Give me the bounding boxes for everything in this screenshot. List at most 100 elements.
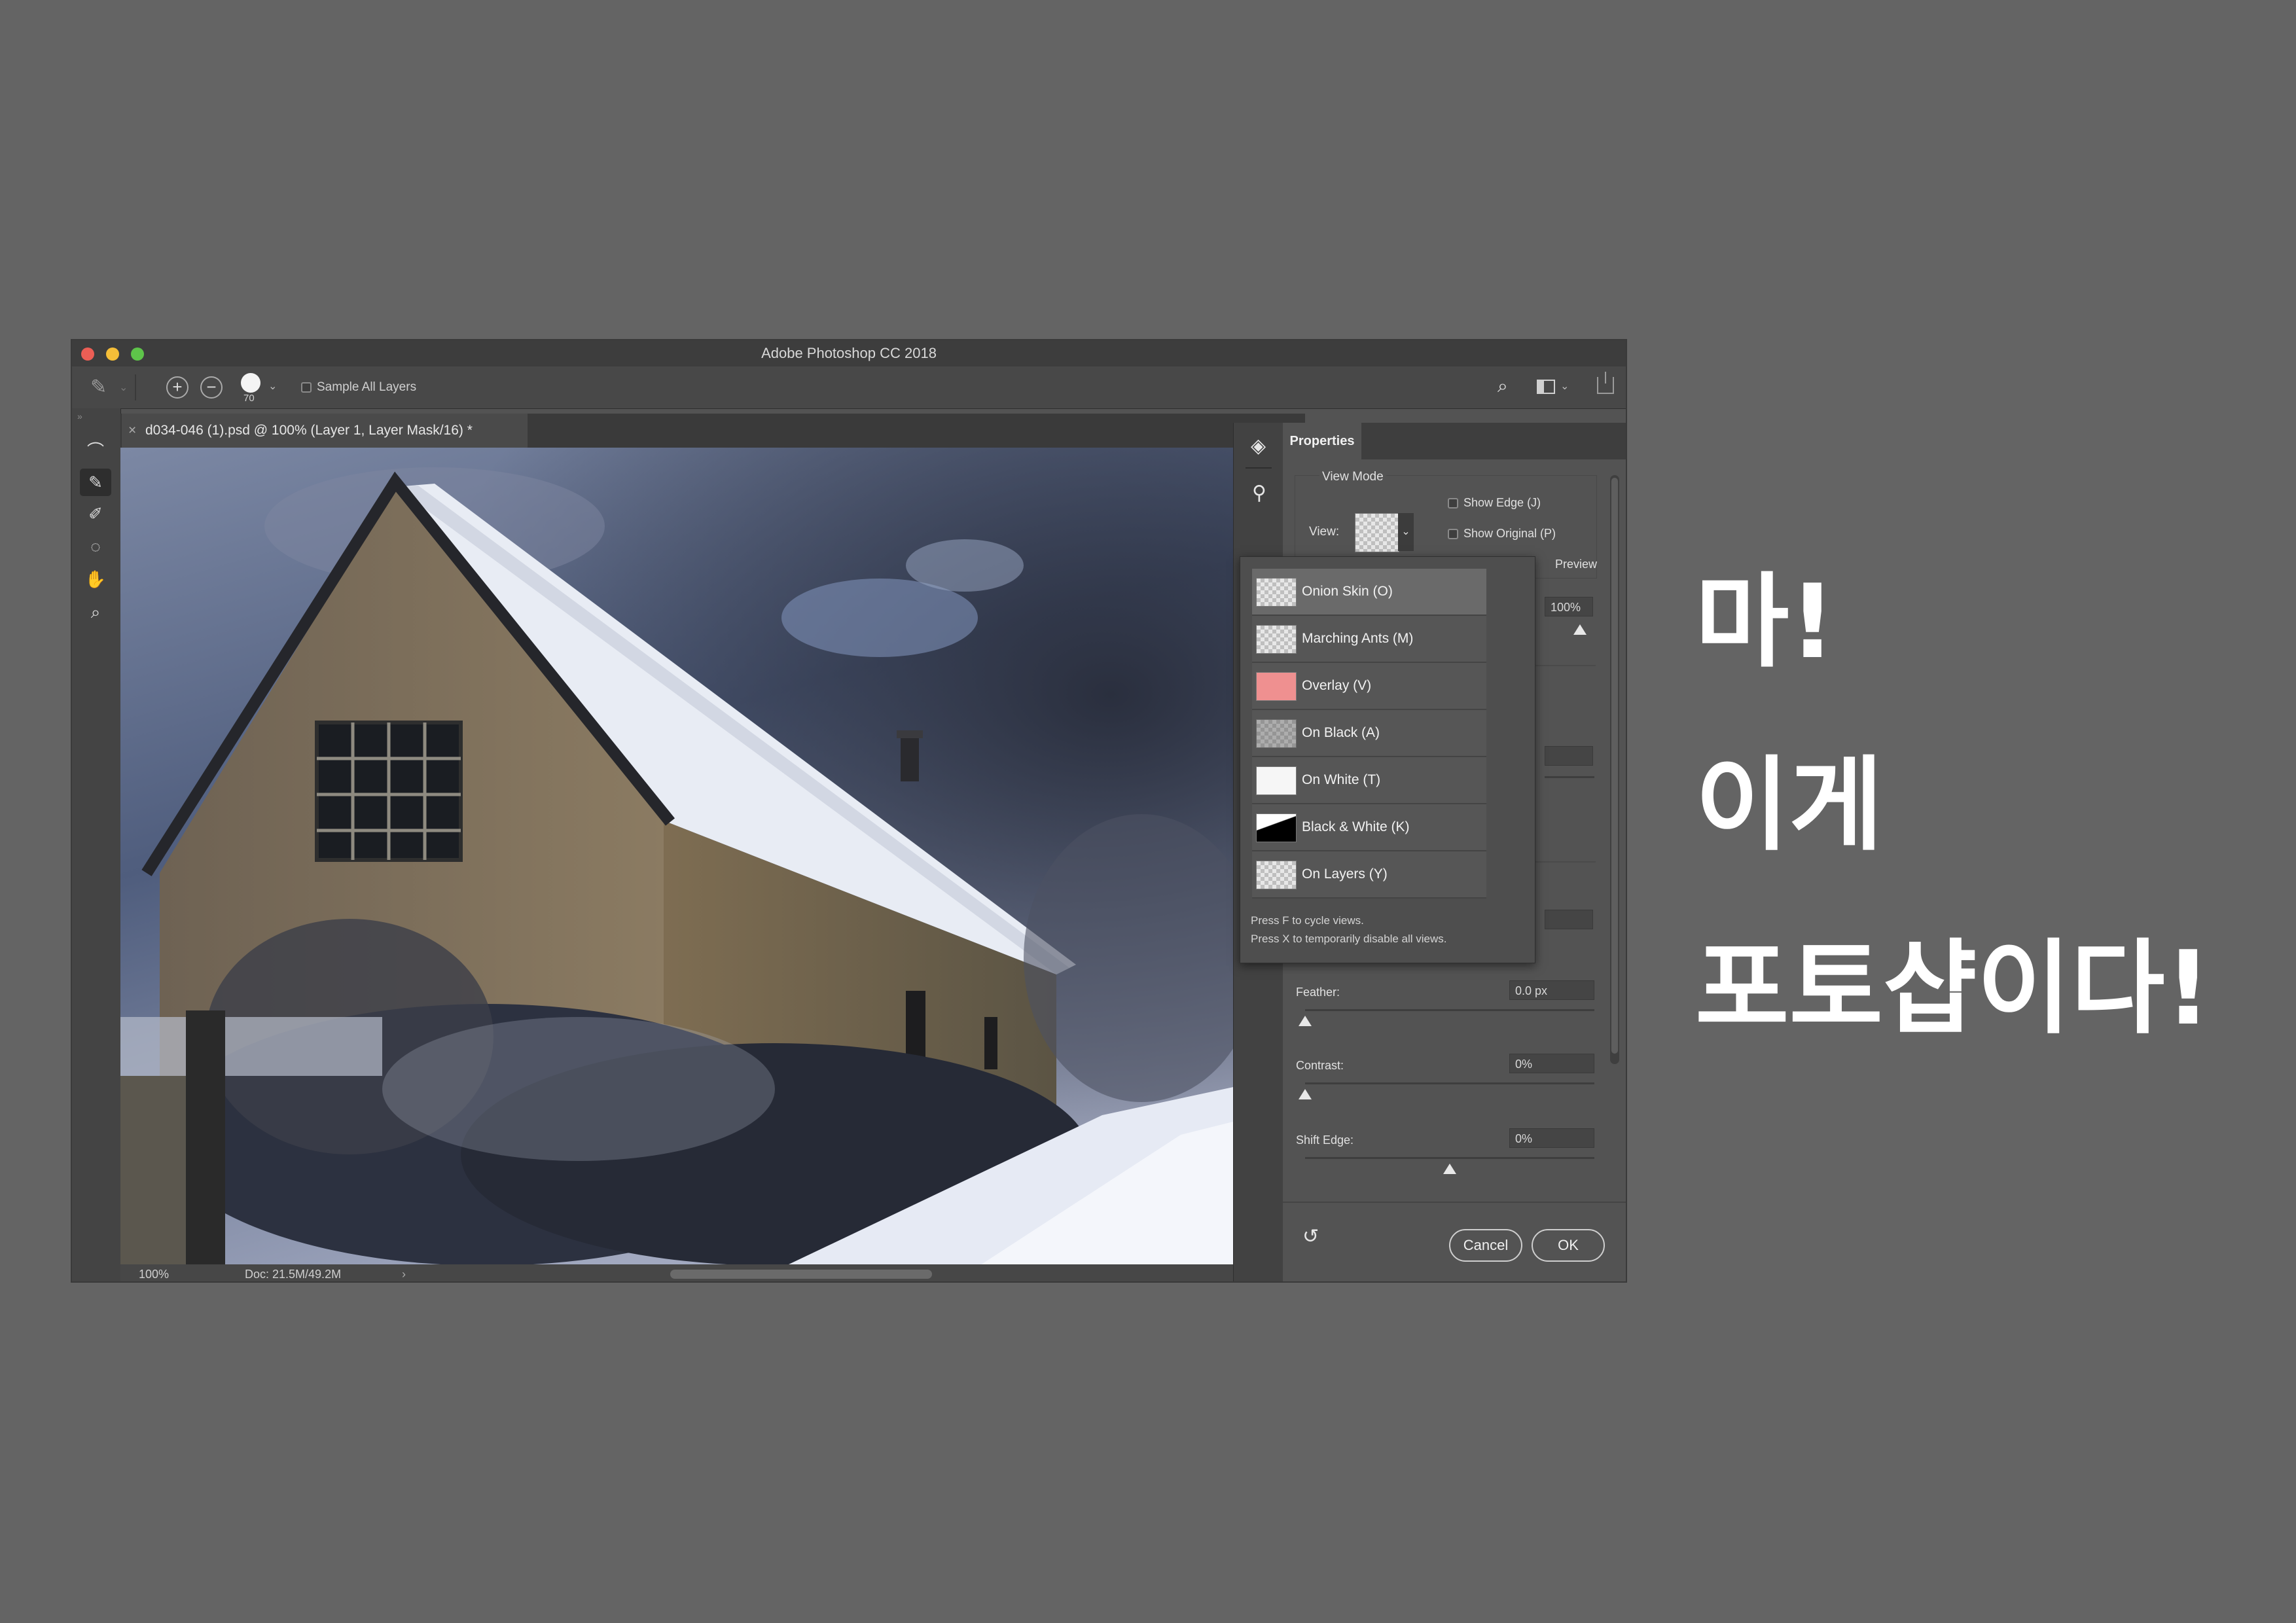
on-layers-thumbnail [1256,861,1297,889]
view-option-on-layers[interactable]: On Layers (Y) [1252,851,1486,899]
feather-field[interactable]: 0.0 px [1509,980,1594,1000]
layers-icon[interactable]: ◈ [1251,435,1266,457]
status-arrow-icon[interactable]: › [402,1264,406,1281]
view-mode-title: View Mode [1319,470,1386,484]
minimize-window-button[interactable] [106,348,119,361]
properties-scrollbar[interactable] [1610,475,1619,1064]
snowy-barn-photo [120,448,1285,1271]
close-window-button[interactable] [81,348,94,361]
options-bar: ✎ ⌄ + − 70 ⌄ Sample All Layers ⌕ ⌄ [72,366,1626,409]
caption-line-2: 이게 [1695,745,1884,865]
option-label: Overlay (V) [1302,678,1372,693]
caption-line-1: 마! [1695,562,1836,681]
brush-preview-icon[interactable] [241,373,260,393]
divider [135,374,136,401]
shift-edge-field[interactable]: 0% [1509,1128,1594,1148]
shift-edge-slider-knob[interactable] [1443,1164,1456,1174]
brush-icon[interactable]: ✐ [80,500,111,527]
lasso-icon[interactable]: ◌ [80,533,111,560]
divider [1246,467,1272,469]
zoom-level[interactable]: 100% [139,1264,169,1281]
brush-size-value: 70 [243,393,255,404]
workspace-chevron-icon[interactable]: ⌄ [1560,380,1569,393]
contrast-slider[interactable] [1305,1082,1594,1084]
option-label: Black & White (K) [1302,819,1410,834]
sample-all-layers-label: Sample All Layers [317,380,417,394]
view-option-overlay[interactable]: Overlay (V) [1252,663,1486,710]
refine-edge-brush-icon[interactable]: ✎ [80,469,111,496]
ok-button[interactable]: OK [1532,1229,1605,1262]
view-mode-thumbnail[interactable] [1355,513,1399,552]
smooth-field[interactable] [1545,910,1593,929]
contrast-label: Contrast: [1296,1059,1344,1072]
feather-slider[interactable] [1305,1009,1594,1011]
divider [1283,1202,1626,1203]
tool-preset-chevron-icon[interactable]: ⌄ [119,381,128,394]
tab-properties[interactable]: Properties [1283,423,1361,459]
search-icon[interactable]: ⌕ [1498,376,1508,397]
workspace-icon[interactable] [1537,380,1555,394]
opacity-slider-knob[interactable] [1573,624,1587,635]
hand-icon[interactable]: ✋ [80,565,111,593]
add-to-selection-button[interactable]: + [166,376,188,399]
option-label: On Layers (Y) [1302,866,1388,882]
hint-disable-views: Press X to temporarily disable all views… [1251,933,1447,945]
overlay-thumbnail [1256,672,1297,701]
refine-brush-icon[interactable]: ✎ [90,376,117,399]
status-bar: 100% Doc: 21.5M/49.2M › [120,1264,1299,1281]
doc-size: Doc: 21.5M/49.2M [245,1268,342,1281]
view-option-marching-ants[interactable]: Marching Ants (M) [1252,616,1486,663]
zoom-icon[interactable]: ⌕ [80,598,111,626]
subtract-from-selection-button[interactable]: − [200,376,223,399]
view-option-on-white[interactable]: On White (T) [1252,757,1486,804]
feather-label: Feather: [1296,986,1340,999]
feather-slider-knob[interactable] [1299,1016,1312,1026]
share-icon[interactable] [1597,372,1614,394]
sample-all-layers-checkbox[interactable] [301,382,312,393]
show-edge-checkbox[interactable] [1448,498,1458,508]
option-label: Marching Ants (M) [1302,631,1414,646]
title-bar: Adobe Photoshop CC 2018 [72,340,1626,367]
black-and-white-thumbnail [1256,813,1297,842]
opacity-field[interactable]: 100% [1545,597,1593,616]
contrast-field[interactable]: 0% [1509,1054,1594,1073]
caption-line-3: 포토샵이다! [1695,929,2212,1048]
view-option-on-black[interactable]: On Black (A) [1252,710,1486,757]
marching-ants-thumbnail [1256,625,1297,654]
view-option-black-and-white[interactable]: Black & White (K) [1252,804,1486,851]
subtract-icon: − [206,377,217,397]
tools-panel: » ⌒ ✎ ✐ ◌ ✋ ⌕ [72,408,121,1281]
option-label: On Black (A) [1302,725,1380,740]
option-label: Onion Skin (O) [1302,584,1393,599]
on-black-thumbnail [1256,719,1297,748]
view-mode-dropdown: Onion Skin (O) Marching Ants (M) Overlay… [1240,556,1535,963]
window-title: Adobe Photoshop CC 2018 [761,345,937,361]
view-option-onion-skin[interactable]: Onion Skin (O) [1252,569,1486,616]
quick-selection-icon[interactable]: ⌒ [80,437,111,465]
document-canvas[interactable] [120,448,1285,1271]
close-tab-icon[interactable]: × [128,414,136,448]
brush-picker-chevron-icon[interactable]: ⌄ [268,380,277,393]
shift-edge-label: Shift Edge: [1296,1133,1354,1147]
shift-edge-slider[interactable] [1305,1157,1594,1159]
show-original-checkbox[interactable] [1448,529,1458,539]
radius-slider[interactable] [1545,776,1594,778]
document-tab[interactable]: × d034-046 (1).psd @ 100% (Layer 1, Laye… [122,414,528,448]
collapse-panel-icon[interactable]: » [77,411,82,421]
hint-cycle-views: Press F to cycle views. [1251,914,1364,927]
radius-field[interactable] [1545,746,1593,766]
zoom-window-button[interactable] [131,348,144,361]
view-label: View: [1309,525,1340,539]
add-icon: + [172,377,183,397]
show-original-label: Show Original (P) [1463,527,1556,540]
lightbulb-icon[interactable]: ⚲ [1252,482,1266,505]
cancel-button[interactable]: Cancel [1449,1229,1522,1262]
photoshop-window: Adobe Photoshop CC 2018 ✎ ⌄ + − 70 ⌄ Sam… [71,339,1627,1283]
show-edge-label: Show Edge (J) [1463,496,1541,509]
option-label: On White (T) [1302,772,1381,787]
preview-label: Preview [1555,558,1598,571]
horizontal-scrollbar[interactable] [670,1270,932,1279]
contrast-slider-knob[interactable] [1299,1089,1312,1099]
reset-icon[interactable]: ↺ [1302,1225,1319,1248]
view-mode-chevron-icon[interactable]: ⌄ [1398,513,1414,551]
